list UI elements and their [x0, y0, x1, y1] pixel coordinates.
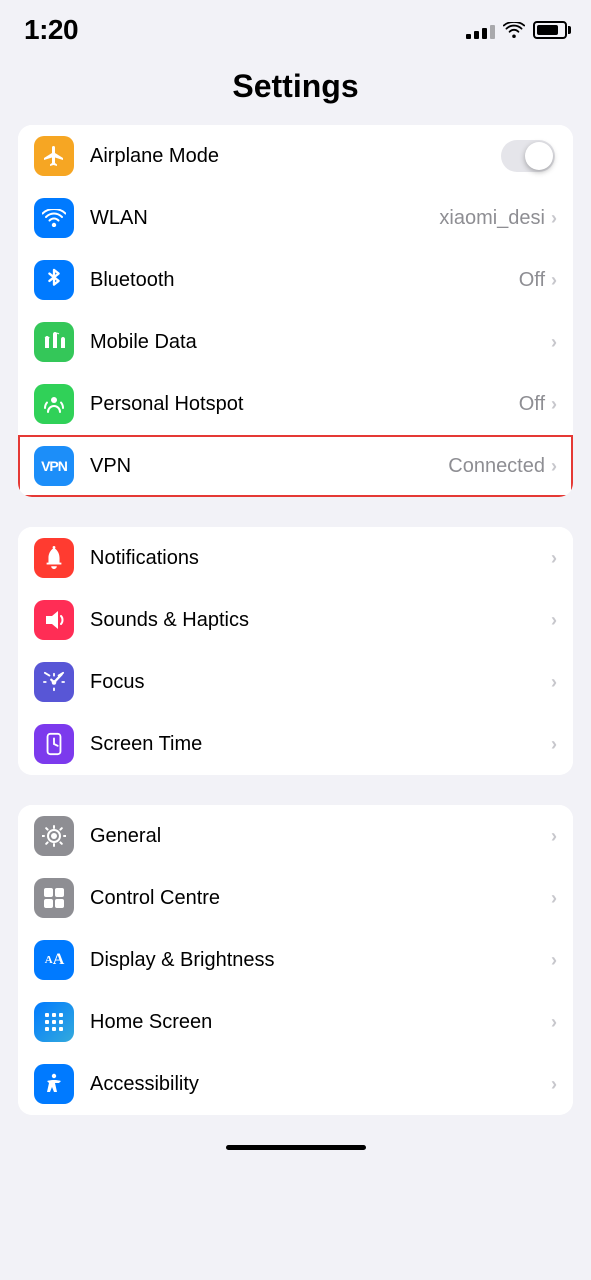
control-centre-chevron: ›: [551, 888, 557, 909]
display-brightness-icon: AA: [34, 940, 74, 980]
status-bar: 1:20: [0, 0, 591, 54]
general-label: General: [90, 825, 551, 848]
wlan-icon: [34, 198, 74, 238]
focus-item[interactable]: Focus ›: [18, 651, 573, 713]
notifications-item[interactable]: Notifications ›: [18, 527, 573, 589]
battery-icon: [533, 21, 567, 39]
bluetooth-icon: [34, 260, 74, 300]
general-settings-group: General › Control Centre › AA Display & …: [18, 805, 573, 1115]
sounds-haptics-label: Sounds & Haptics: [90, 609, 551, 632]
wifi-icon: [503, 22, 525, 38]
vpn-item[interactable]: VPN VPN Connected ›: [18, 435, 573, 497]
sounds-haptics-item[interactable]: Sounds & Haptics ›: [18, 589, 573, 651]
display-brightness-label: Display & Brightness: [90, 949, 551, 972]
screen-time-icon: [34, 724, 74, 764]
vpn-icon: VPN: [34, 446, 74, 486]
sounds-haptics-icon: [34, 600, 74, 640]
bluetooth-value: Off: [519, 269, 545, 292]
focus-label: Focus: [90, 671, 551, 694]
signal-icon: [466, 21, 495, 39]
focus-chevron: ›: [551, 672, 557, 693]
wlan-label: WLAN: [90, 207, 439, 230]
general-item[interactable]: General ›: [18, 805, 573, 867]
airplane-mode-icon: [34, 136, 74, 176]
home-screen-label: Home Screen: [90, 1011, 551, 1034]
display-brightness-item[interactable]: AA Display & Brightness ›: [18, 929, 573, 991]
wlan-value: xiaomi_desi: [439, 207, 545, 230]
mobile-data-icon: [34, 322, 74, 362]
accessibility-icon: [34, 1064, 74, 1104]
control-centre-icon: [34, 878, 74, 918]
mobile-data-item[interactable]: Mobile Data ›: [18, 311, 573, 373]
bluetooth-item[interactable]: Bluetooth Off ›: [18, 249, 573, 311]
screen-time-label: Screen Time: [90, 733, 551, 756]
display-brightness-chevron: ›: [551, 950, 557, 971]
vpn-label: VPN: [90, 455, 448, 478]
control-centre-label: Control Centre: [90, 887, 551, 910]
screen-time-chevron: ›: [551, 734, 557, 755]
notifications-label: Notifications: [90, 547, 551, 570]
home-indicator: [226, 1145, 366, 1150]
airplane-mode-label: Airplane Mode: [90, 145, 501, 168]
accessibility-chevron: ›: [551, 1074, 557, 1095]
sounds-haptics-chevron: ›: [551, 610, 557, 631]
notifications-chevron: ›: [551, 548, 557, 569]
accessibility-item[interactable]: Accessibility ›: [18, 1053, 573, 1115]
status-icons: [466, 21, 567, 39]
accessibility-label: Accessibility: [90, 1073, 551, 1096]
wlan-chevron: ›: [551, 208, 557, 229]
airplane-mode-item[interactable]: Airplane Mode: [18, 125, 573, 187]
bluetooth-label: Bluetooth: [90, 269, 519, 292]
general-chevron: ›: [551, 826, 557, 847]
screen-time-item[interactable]: Screen Time ›: [18, 713, 573, 775]
personal-hotspot-icon: [34, 384, 74, 424]
control-centre-item[interactable]: Control Centre ›: [18, 867, 573, 929]
status-time: 1:20: [24, 14, 78, 46]
focus-icon: [34, 662, 74, 702]
home-screen-chevron: ›: [551, 1012, 557, 1033]
page-title: Settings: [0, 54, 591, 125]
home-screen-icon: [34, 1002, 74, 1042]
vpn-chevron: ›: [551, 456, 557, 477]
home-screen-item[interactable]: Home Screen ›: [18, 991, 573, 1053]
personal-hotspot-item[interactable]: Personal Hotspot Off ›: [18, 373, 573, 435]
mobile-data-label: Mobile Data: [90, 331, 551, 354]
notifications-group: Notifications › Sounds & Haptics ›: [18, 527, 573, 775]
connectivity-group: Airplane Mode WLAN xiaomi_desi › Bluetoo…: [18, 125, 573, 497]
bluetooth-chevron: ›: [551, 270, 557, 291]
personal-hotspot-chevron: ›: [551, 394, 557, 415]
personal-hotspot-value: Off: [519, 393, 545, 416]
airplane-mode-toggle[interactable]: [501, 140, 555, 172]
notifications-icon: [34, 538, 74, 578]
vpn-value: Connected: [448, 455, 545, 478]
mobile-data-chevron: ›: [551, 332, 557, 353]
wlan-item[interactable]: WLAN xiaomi_desi ›: [18, 187, 573, 249]
general-icon: [34, 816, 74, 856]
personal-hotspot-label: Personal Hotspot: [90, 393, 519, 416]
